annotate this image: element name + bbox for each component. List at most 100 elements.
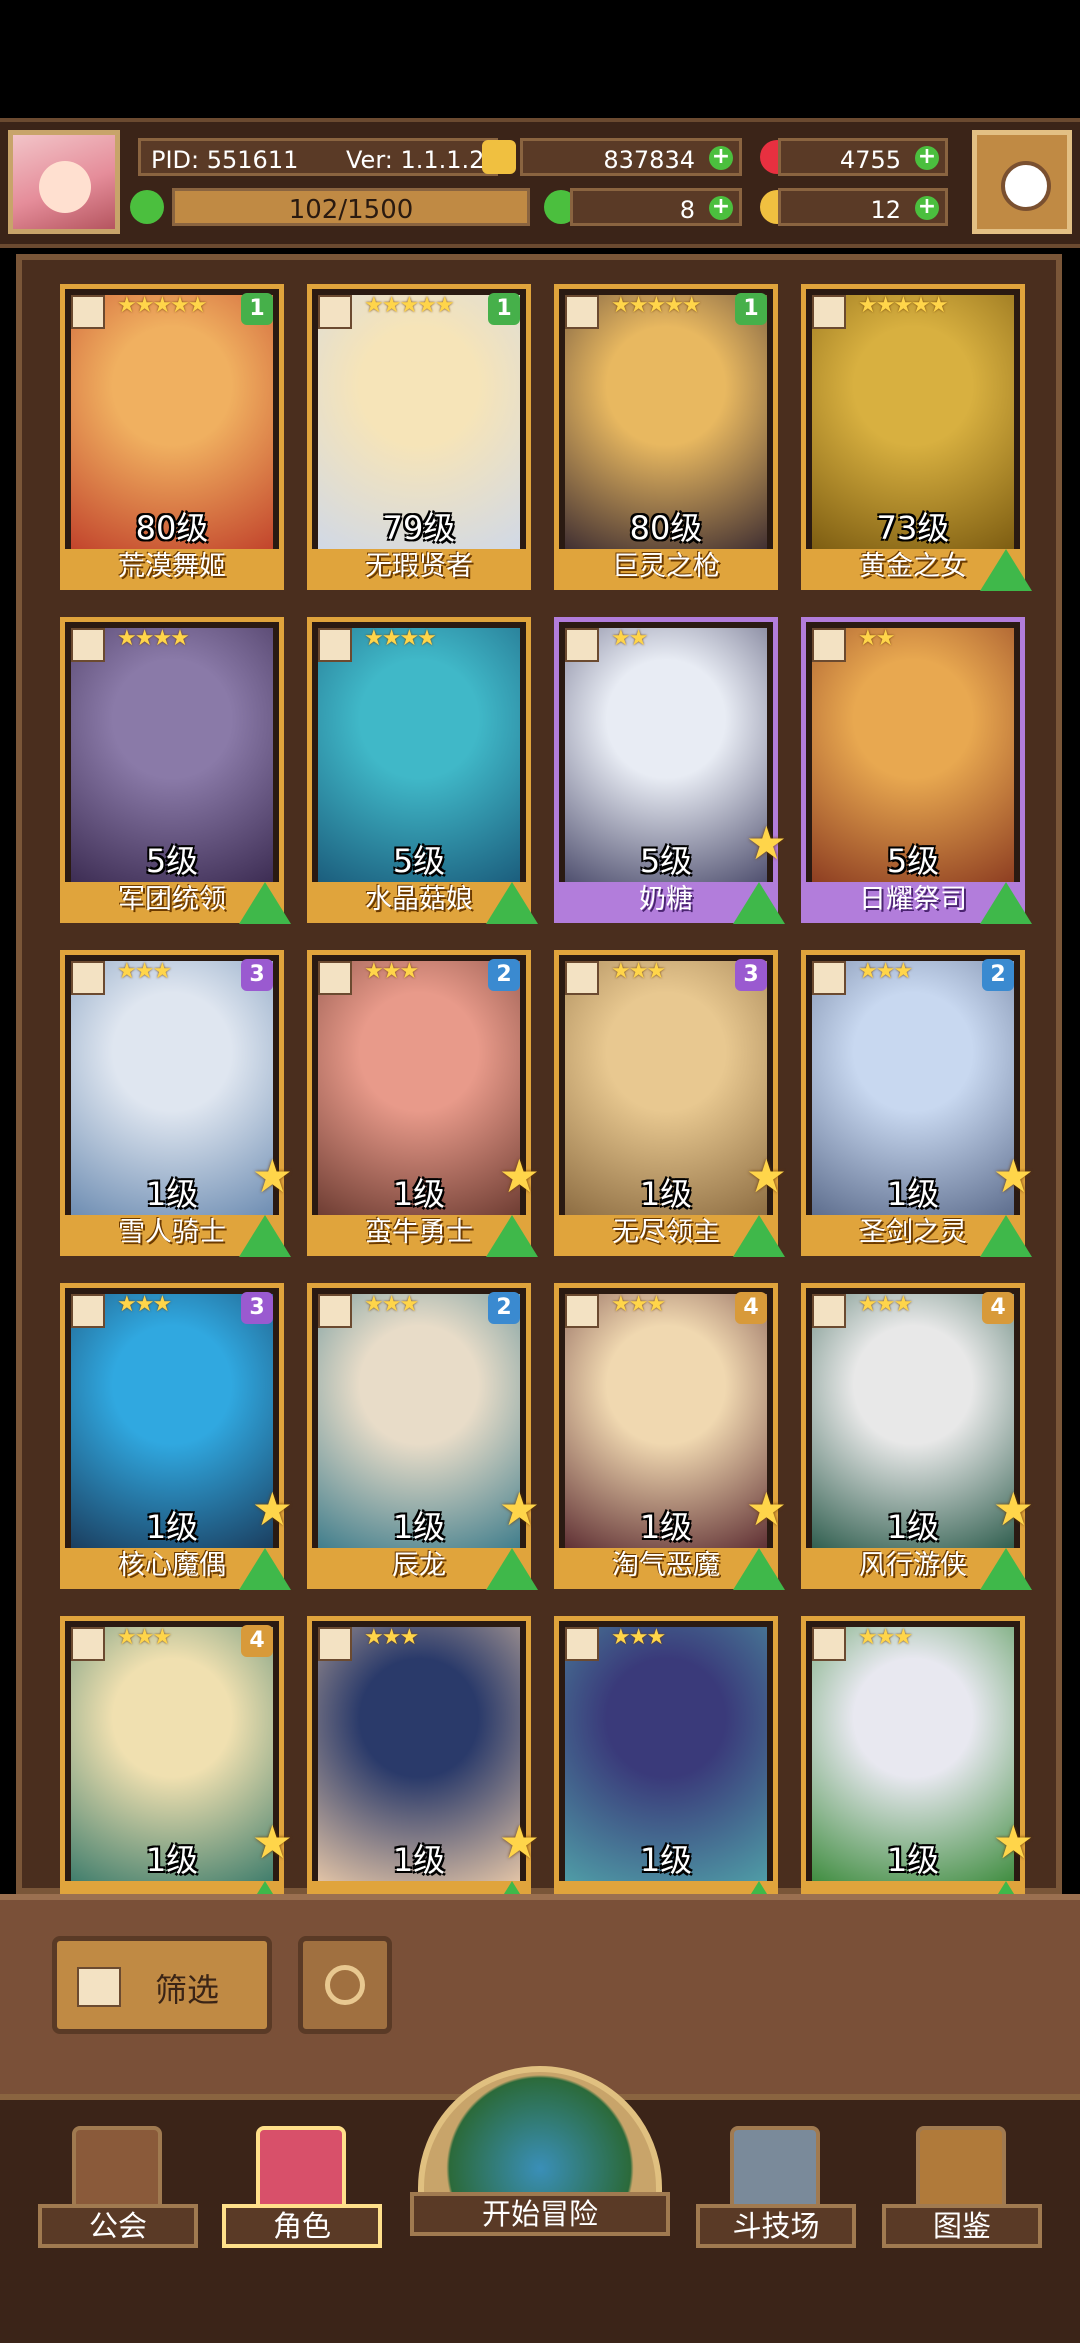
character-card[interactable]: ★★★★★ 73级 黄金之女 — [801, 284, 1032, 591]
upgrade-arrow-icon — [980, 1215, 1032, 1257]
top-status-bar: PID: 551611 Ver: 1.1.1.2 837834 + 4755 +… — [0, 118, 1080, 248]
gear-icon — [1001, 161, 1051, 211]
character-level: 1级 — [639, 1175, 693, 1213]
character-card[interactable]: ★★★ 2 1级 辰龙 ★ — [307, 1283, 540, 1590]
weapon-type-icon — [565, 961, 599, 995]
character-level: 1级 — [886, 1508, 940, 1546]
character-level: 1级 — [392, 1508, 446, 1546]
character-level: 1级 — [392, 1175, 446, 1213]
nav-arena[interactable]: 斗技场 — [696, 2126, 856, 2248]
star-up-icon: ★ — [745, 1482, 787, 1536]
weapon-type-icon — [71, 1294, 105, 1328]
character-level: 1级 — [886, 1175, 940, 1213]
rank-badge: 3 — [241, 959, 273, 991]
character-level: 73级 — [876, 509, 950, 547]
gold-amount: 837834 — [603, 146, 695, 174]
weapon-type-icon — [318, 1294, 352, 1328]
rank-badge: 1 — [735, 293, 767, 325]
upgrade-arrow-icon — [239, 1215, 291, 1257]
character-card[interactable]: ★★★ 4 1级 ★ — [60, 1616, 293, 1923]
character-card[interactable]: ★★ 5级 奶糖 ★ — [554, 617, 787, 924]
rarity-stars: ★★★★ — [117, 626, 190, 651]
rank-badge: 3 — [241, 1292, 273, 1324]
character-level: 1级 — [145, 1841, 199, 1879]
rarity-stars: ★★★★★ — [364, 293, 455, 318]
nav-codex[interactable]: 图鉴 — [882, 2126, 1042, 2248]
upgrade-arrow-icon — [733, 882, 785, 924]
add-gold-button[interactable]: + — [709, 146, 733, 170]
character-level: 5级 — [145, 842, 199, 880]
filter-label: 筛选 — [155, 1971, 220, 2009]
nav-character[interactable]: 角色 — [222, 2126, 382, 2248]
character-card[interactable]: ★★★★ 5级 军团统领 — [60, 617, 291, 924]
rarity-stars: ★★★ — [611, 1625, 666, 1650]
character-card[interactable]: ★★★ 3 1级 核心魔偶 ★ — [60, 1283, 293, 1590]
start-adventure-button[interactable]: 开始冒险 — [410, 2066, 670, 2246]
character-level: 5级 — [886, 842, 940, 880]
book-icon — [916, 2126, 1006, 2212]
weapon-type-icon — [71, 961, 105, 995]
add-clover-button[interactable]: + — [709, 196, 733, 220]
character-level: 79级 — [382, 509, 456, 547]
add-bread-button[interactable]: + — [915, 196, 939, 220]
character-card[interactable]: ★★ 5级 日耀祭司 — [801, 617, 1032, 924]
character-level: 1级 — [145, 1175, 199, 1213]
character-card[interactable]: ★★★ 1级 — [554, 1616, 785, 1923]
weapon-type-icon — [812, 961, 846, 995]
star-up-icon: ★ — [498, 1149, 540, 1203]
rarity-stars: ★★★ — [858, 959, 913, 984]
character-name: 无瑕贤者 — [312, 549, 526, 585]
star-up-icon: ★ — [498, 1815, 540, 1869]
upgrade-arrow-icon — [980, 549, 1032, 591]
gold-counter: 837834 + — [520, 138, 742, 176]
nav-guild[interactable]: 公会 — [38, 2126, 198, 2248]
character-card[interactable]: ★★★ 4 1级 淘气恶魔 ★ — [554, 1283, 787, 1590]
rarity-stars: ★★ — [858, 626, 895, 651]
weapon-type-icon — [318, 628, 352, 662]
character-card[interactable]: ★★★★ 5级 水晶菇娘 — [307, 617, 538, 924]
character-level: 80级 — [135, 509, 209, 547]
weapon-type-icon — [318, 295, 352, 329]
reset-filter-button[interactable] — [298, 1936, 392, 2034]
character-level: 1级 — [392, 1841, 446, 1879]
upgrade-arrow-icon — [486, 1215, 538, 1257]
bread-counter: 12 + — [778, 188, 948, 226]
player-avatar[interactable] — [8, 130, 120, 234]
rank-badge: 4 — [735, 1292, 767, 1324]
settings-button[interactable] — [972, 130, 1072, 234]
rank-badge: 2 — [982, 959, 1014, 991]
character-card[interactable]: ★★★★★ 1 79级 无瑕贤者 — [307, 284, 531, 590]
rank-badge: 1 — [241, 293, 273, 325]
character-level: 5级 — [392, 842, 446, 880]
character-card[interactable]: ★★★ 1级 ★ — [307, 1616, 540, 1923]
rarity-stars: ★★★ — [117, 1625, 172, 1650]
add-gems-button[interactable]: + — [915, 146, 939, 170]
rarity-stars: ★★★ — [117, 1292, 172, 1317]
character-name: 荒漠舞姬 — [65, 549, 279, 585]
character-card[interactable]: ★★★ 2 1级 蛮牛勇士 ★ — [307, 950, 540, 1257]
character-card[interactable]: ★★★★★ 1 80级 巨灵之枪 — [554, 284, 778, 590]
gold-coin-icon — [482, 140, 516, 174]
character-card[interactable]: ★★★ 1级 ★ — [801, 1616, 1034, 1923]
character-portrait-icon — [256, 2126, 346, 2212]
weapon-type-icon — [565, 628, 599, 662]
rarity-stars: ★★★★ — [364, 626, 437, 651]
character-name: 巨灵之枪 — [559, 549, 773, 585]
character-level: 5级 — [639, 842, 693, 880]
character-card[interactable]: ★★★ 4 1级 风行游侠 ★ — [801, 1283, 1034, 1590]
character-card[interactable]: ★★★ 3 1级 雪人骑士 ★ — [60, 950, 293, 1257]
grid-filter-icon — [77, 1967, 121, 2007]
upgrade-arrow-icon — [486, 882, 538, 924]
rarity-stars: ★★★ — [364, 1625, 419, 1650]
weapon-type-icon — [812, 1294, 846, 1328]
upgrade-arrow-icon — [486, 1548, 538, 1590]
character-card[interactable]: ★★★ 3 1级 无尽领主 ★ — [554, 950, 787, 1257]
character-card[interactable]: ★★★ 2 1级 圣剑之灵 ★ — [801, 950, 1034, 1257]
rank-badge: 2 — [488, 959, 520, 991]
upgrade-arrow-icon — [980, 1548, 1032, 1590]
star-up-icon: ★ — [745, 816, 787, 870]
star-up-icon: ★ — [992, 1149, 1034, 1203]
character-card[interactable]: ★★★★★ 1 80级 荒漠舞姬 — [60, 284, 284, 590]
nav-character-label: 角色 — [222, 2204, 382, 2248]
filter-button[interactable]: 筛选 — [52, 1936, 272, 2034]
